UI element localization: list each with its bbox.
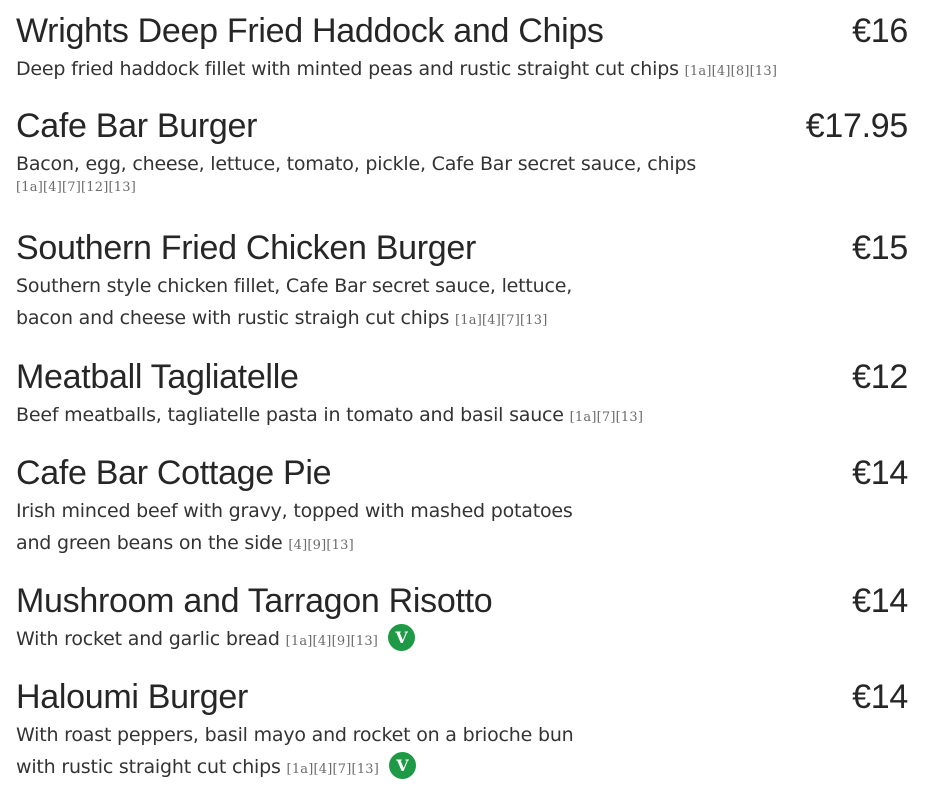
description-line: Beef meatballs, tagliatelle pasta in tom… <box>16 399 908 434</box>
description-text: with rustic straight cut chips <box>16 756 281 778</box>
menu-list: Wrights Deep Fried Haddock and Chips €16… <box>0 0 926 785</box>
description-text: Bacon, egg, cheese, lettuce, tomato, pic… <box>16 153 697 175</box>
item-description: With roast peppers, basil mayo and rocke… <box>16 719 908 786</box>
allergen-codes: [1a][4][7][13] <box>455 313 548 328</box>
description-text: bacon and cheese with rustic straigh cut… <box>16 307 450 329</box>
item-price: €16 <box>852 12 908 50</box>
description-line: Southern style chicken fillet, Cafe Bar … <box>16 270 908 302</box>
description-line: Irish minced beef with gravy, topped wit… <box>16 495 908 527</box>
item-price: €12 <box>852 358 908 396</box>
menu-item-haddock: Wrights Deep Fried Haddock and Chips €16… <box>16 9 908 88</box>
menu-item-southern-fried-chicken-burger: Southern Fried Chicken Burger €15 Southe… <box>16 226 908 337</box>
vegetarian-badge-icon: V <box>388 752 416 779</box>
allergen-codes: [4][9][13] <box>288 538 354 553</box>
item-name: Haloumi Burger <box>16 678 249 716</box>
item-description: Beef meatballs, tagliatelle pasta in tom… <box>16 399 908 434</box>
item-description: Bacon, egg, cheese, lettuce, tomato, pic… <box>16 148 908 200</box>
description-line: with rustic straight cut chips [1a][4][7… <box>16 751 908 786</box>
item-description: Southern style chicken fillet, Cafe Bar … <box>16 270 908 337</box>
allergen-codes: [1a][4][9][13] <box>285 634 379 649</box>
vegetarian-badge-icon: V <box>387 624 415 651</box>
description-line: and green beans on the side [4][9][13] <box>16 527 908 562</box>
description-text: Deep fried haddock fillet with minted pe… <box>16 58 679 80</box>
item-price: €14 <box>852 582 908 620</box>
allergen-codes: [1a][7][13] <box>569 410 644 425</box>
item-name: Wrights Deep Fried Haddock and Chips <box>16 12 604 50</box>
menu-item-haloumi-burger: Haloumi Burger €14 With roast peppers, b… <box>16 675 908 786</box>
menu-item-cottage-pie: Cafe Bar Cottage Pie €14 Irish minced be… <box>16 451 908 562</box>
description-line: bacon and cheese with rustic straigh cut… <box>16 302 908 337</box>
item-price: €15 <box>852 229 908 267</box>
item-name: Meatball Tagliatelle <box>16 358 299 396</box>
item-name: Mushroom and Tarragon Risotto <box>16 582 493 620</box>
item-price: €14 <box>852 454 908 492</box>
item-price: €17.95 <box>805 107 909 145</box>
item-name: Southern Fried Chicken Burger <box>16 229 476 267</box>
description-text: With roast peppers, basil mayo and rocke… <box>16 724 574 746</box>
description-text: and green beans on the side <box>16 532 283 554</box>
allergen-codes: [1a][4][7][13] <box>286 762 380 777</box>
description-text: With rocket and garlic bread <box>16 628 280 650</box>
item-price: €14 <box>852 678 908 716</box>
menu-item-mushroom-risotto: Mushroom and Tarragon Risotto €14 With r… <box>16 579 908 658</box>
item-description: With rocket and garlic bread [1a][4][9][… <box>16 623 908 658</box>
description-text: Beef meatballs, tagliatelle pasta in tom… <box>16 404 564 426</box>
description-line: Deep fried haddock fillet with minted pe… <box>16 53 908 88</box>
menu-item-cafe-bar-burger: Cafe Bar Burger €17.95 Bacon, egg, chees… <box>16 104 908 200</box>
menu-item-meatball-tagliatelle: Meatball Tagliatelle €12 Beef meatballs,… <box>16 355 908 434</box>
item-description: Deep fried haddock fillet with minted pe… <box>16 53 908 88</box>
allergen-codes: [1a][4][8][13] <box>684 64 778 79</box>
item-name: Cafe Bar Burger <box>16 107 258 145</box>
item-name: Cafe Bar Cottage Pie <box>16 454 332 492</box>
description-text: Irish minced beef with gravy, topped wit… <box>16 500 573 522</box>
item-description: Irish minced beef with gravy, topped wit… <box>16 495 908 562</box>
description-line: With rocket and garlic bread [1a][4][9][… <box>16 623 908 658</box>
description-text: Southern style chicken fillet, Cafe Bar … <box>16 275 573 297</box>
description-line: With roast peppers, basil mayo and rocke… <box>16 719 908 751</box>
